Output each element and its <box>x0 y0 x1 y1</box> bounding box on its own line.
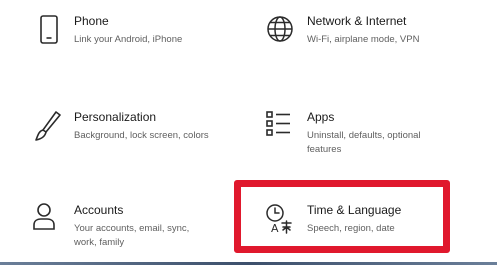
tile-time-language[interactable]: A Time & Language Speech, region, date <box>265 203 465 243</box>
svg-text:A: A <box>271 222 279 235</box>
tile-description: Uninstall, defaults, optional features <box>307 130 421 155</box>
tile-title: Phone <box>74 14 109 28</box>
tile-title: Time & Language <box>307 203 402 217</box>
tile-title: Apps <box>307 110 335 124</box>
phone-icon <box>32 14 66 48</box>
tile-accounts[interactable]: Accounts Your accounts, email, sync, wor… <box>32 203 232 253</box>
brush-icon <box>32 110 66 144</box>
tile-description: Your accounts, email, sync, work, family <box>74 223 190 248</box>
tile-apps[interactable]: Apps Uninstall, defaults, optional featu… <box>265 110 465 155</box>
tile-description: Background, lock screen, colors <box>74 130 209 141</box>
apps-list-icon <box>265 110 299 144</box>
tile-phone[interactable]: Phone Link your Android, iPhone <box>32 14 232 54</box>
tile-title: Network & Internet <box>307 14 407 28</box>
tile-description: Speech, region, date <box>307 223 395 234</box>
tile-description: Link your Android, iPhone <box>74 34 183 45</box>
globe-icon <box>265 14 299 48</box>
person-icon <box>32 203 66 237</box>
time-language-icon: A <box>265 203 299 237</box>
tile-title: Accounts <box>74 203 124 217</box>
tile-network-internet[interactable]: Network & Internet Wi-Fi, airplane mode,… <box>265 14 465 54</box>
tile-title: Personalization <box>74 110 157 124</box>
tile-description: Wi-Fi, airplane mode, VPN <box>307 34 420 45</box>
tile-personalization[interactable]: Personalization Background, lock screen,… <box>32 110 232 150</box>
